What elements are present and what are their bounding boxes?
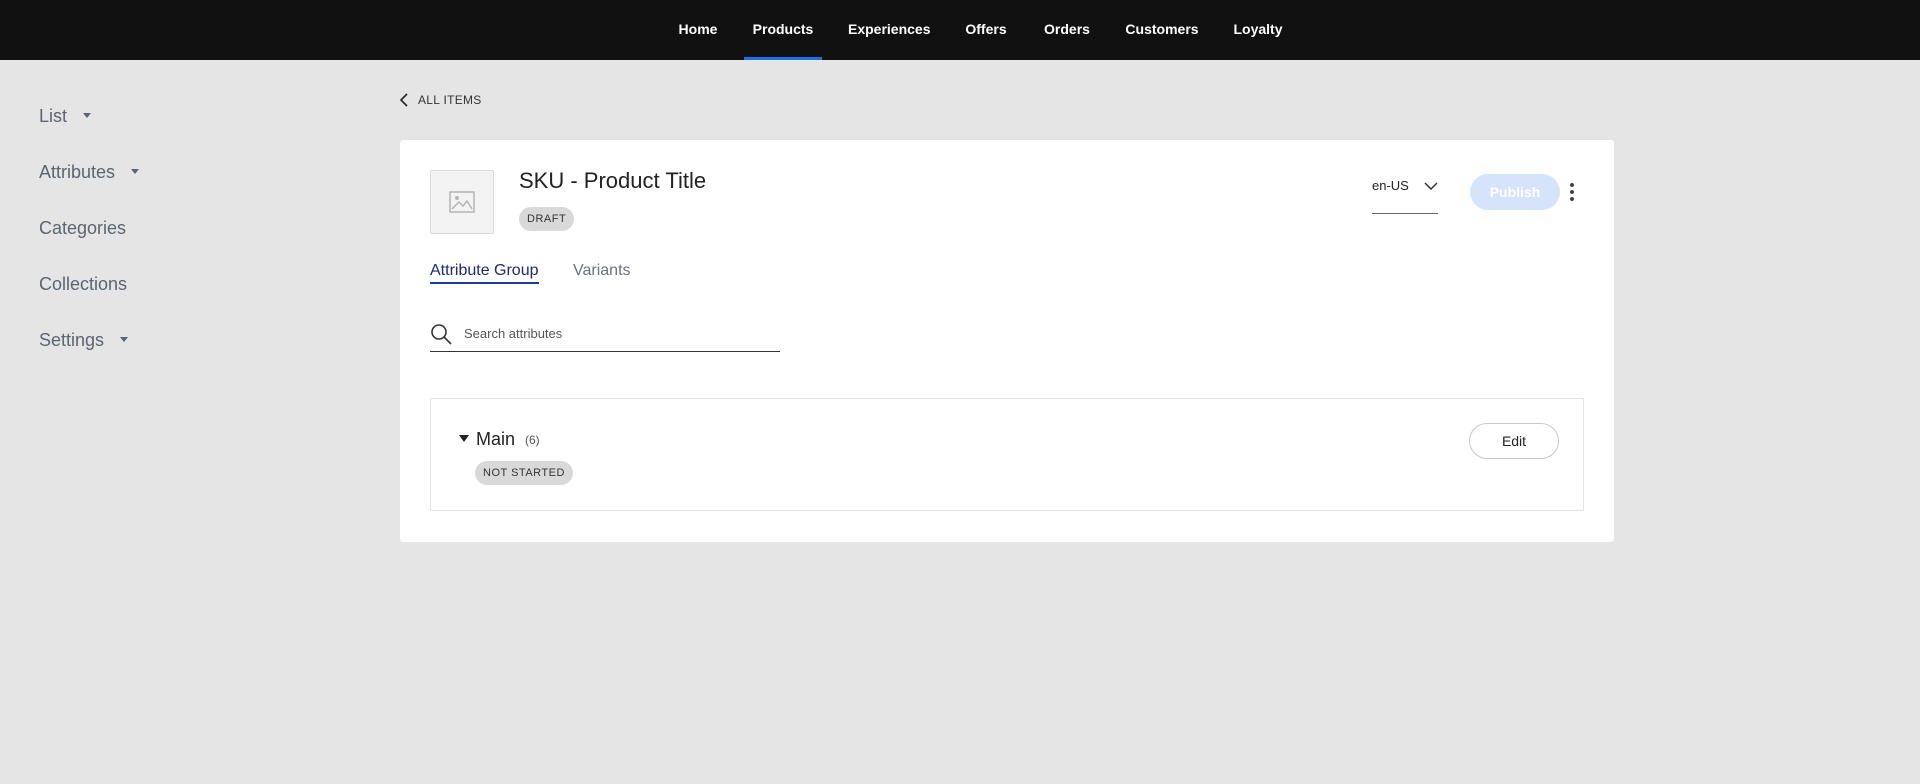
status-badge: DRAFT <box>519 207 575 231</box>
more-options-button[interactable] <box>1562 180 1582 204</box>
back-to-all-items-link[interactable]: ALL ITEMS <box>400 92 482 108</box>
caret-down-icon <box>131 168 140 174</box>
nav-experiences[interactable]: Experiences <box>848 0 931 60</box>
image-placeholder-icon <box>449 191 475 213</box>
sidebar-item-categories[interactable]: Categories <box>39 218 126 239</box>
sidebar-item-label: Categories <box>39 218 127 238</box>
group-status-badge: NOT STARTED <box>475 461 573 485</box>
nav-loyalty[interactable]: Loyalty <box>1230 0 1286 60</box>
back-link-label: ALL ITEMS <box>418 93 482 107</box>
product-title: SKU - Product Title <box>519 168 707 193</box>
top-navigation-bar: Home Products Experiences Offers Orders … <box>0 0 1920 60</box>
nav-home[interactable]: Home <box>670 0 726 60</box>
sidebar-item-label: Settings <box>39 330 105 350</box>
search-field <box>430 316 780 352</box>
nav-customers[interactable]: Customers <box>1124 0 1200 60</box>
sidebar-item-settings[interactable]: Settings <box>39 330 129 351</box>
more-vertical-icon <box>1570 183 1574 187</box>
caret-down-icon <box>120 336 129 342</box>
sidebar-item-attributes[interactable]: Attributes <box>39 162 140 183</box>
locale-select[interactable]: en-US <box>1372 172 1438 214</box>
attribute-group-main: Main (6) NOT STARTED Edit <box>430 398 1584 511</box>
locale-value: en-US <box>1372 178 1409 193</box>
nav-products[interactable]: Products <box>744 0 822 60</box>
edit-group-button[interactable]: Edit <box>1469 423 1559 459</box>
tab-attribute-group[interactable]: Attribute Group <box>430 262 539 284</box>
sidebar-item-label: List <box>39 106 68 126</box>
sidebar-item-list[interactable]: List <box>39 106 92 127</box>
collapse-toggle-icon[interactable] <box>459 435 469 442</box>
chevron-left-icon <box>400 93 408 107</box>
sidebar-item-label: Attributes <box>39 162 116 182</box>
search-input[interactable] <box>464 326 780 341</box>
publish-button[interactable]: Publish <box>1470 174 1560 210</box>
product-card: SKU - Product Title DRAFT en-US Publish … <box>400 140 1614 542</box>
product-image-placeholder[interactable] <box>430 170 494 234</box>
search-icon <box>431 323 452 345</box>
sidebar-item-collections[interactable]: Collections <box>39 274 127 295</box>
caret-down-icon <box>83 112 92 118</box>
tab-variants[interactable]: Variants <box>573 262 631 282</box>
attribute-group-name: Main <box>476 429 516 449</box>
attribute-group-count: (6) <box>525 433 540 447</box>
nav-offers[interactable]: Offers <box>960 0 1012 60</box>
nav-orders[interactable]: Orders <box>1042 0 1092 60</box>
chevron-down-icon <box>1424 182 1438 190</box>
sidebar-item-label: Collections <box>39 274 128 294</box>
